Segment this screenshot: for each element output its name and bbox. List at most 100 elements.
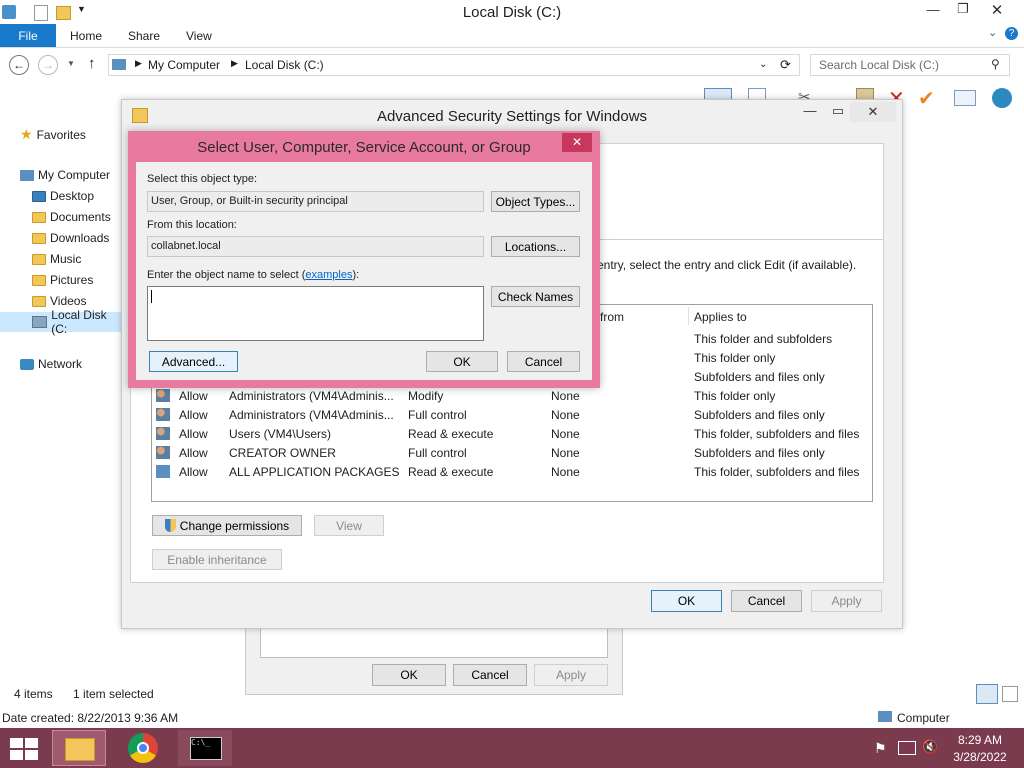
taskbar: C:\_ ⚑ 🔇 8:29 AM 3/28/2022 xyxy=(0,728,1024,768)
taskbar-cmd-icon[interactable]: C:\_ xyxy=(178,730,232,766)
users-icon xyxy=(156,446,170,459)
recent-dropdown-icon[interactable]: ▼ xyxy=(67,59,75,68)
change-permissions-button[interactable]: Change permissions xyxy=(152,515,302,536)
address-bar[interactable]: ▶ My Computer ▶ Local Disk (C:) ⌄ ⟳ xyxy=(108,54,800,76)
properties-icon[interactable] xyxy=(954,90,976,106)
nav-item-music[interactable]: Music xyxy=(32,252,81,266)
column-header-applies[interactable]: Applies to xyxy=(694,310,747,324)
check-names-button[interactable]: Check Names xyxy=(491,286,580,307)
taskbar-explorer-icon[interactable] xyxy=(52,730,106,766)
advsec-apply-button[interactable]: Apply xyxy=(811,590,882,612)
tab-view[interactable]: View xyxy=(186,29,212,43)
refresh-icon[interactable]: ⟳ xyxy=(780,57,791,73)
entry-type: Allow xyxy=(179,446,208,460)
properties-ok-button[interactable]: OK xyxy=(372,664,446,686)
object-name-label-suffix: ): xyxy=(352,269,360,281)
computer-icon xyxy=(112,59,126,70)
advsec-minimize-icon[interactable]: — xyxy=(798,103,822,118)
address-dropdown-icon[interactable]: ⌄ xyxy=(759,59,767,70)
advsec-maximize-icon[interactable]: ▭ xyxy=(826,103,850,119)
permission-entry-row[interactable]: Allow ALL APPLICATION PACKAGES Read & exec… xyxy=(152,463,872,482)
location-field: collabnet.local xyxy=(147,236,484,257)
status-item-count: 4 items xyxy=(14,687,53,701)
nav-item-local-disk[interactable]: Local Disk (C: xyxy=(0,308,122,336)
breadcrumb-my-computer[interactable]: My Computer xyxy=(148,58,220,72)
properties-cancel-button[interactable]: Cancel xyxy=(453,664,527,686)
search-input[interactable]: Search Local Disk (C:) ⚲ xyxy=(810,54,1010,76)
maximize-icon[interactable]: ❐ xyxy=(948,1,978,17)
details-view-icon[interactable] xyxy=(976,684,998,704)
tray-time[interactable]: 8:29 AM xyxy=(944,733,1016,747)
tab-file[interactable]: File xyxy=(0,24,56,47)
view-button[interactable]: View xyxy=(314,515,384,536)
forward-icon[interactable]: → xyxy=(38,55,58,75)
entry-access: Read & execute xyxy=(408,427,494,441)
entry-inherited: None xyxy=(551,427,580,441)
tray-flag-icon[interactable]: ⚑ xyxy=(874,740,887,757)
select-ok-button[interactable]: OK xyxy=(426,351,498,372)
nav-item-videos[interactable]: Videos xyxy=(32,294,86,308)
permission-entry-row[interactable]: Allow Administrators (VM4\Adminis... Full … xyxy=(152,406,872,425)
up-icon[interactable]: ↑ xyxy=(88,55,96,72)
nav-network[interactable]: Network xyxy=(20,357,82,371)
tray-date[interactable]: 3/28/2022 xyxy=(944,750,1016,764)
search-placeholder: Search Local Disk (C:) xyxy=(819,58,940,72)
applies-cell: Subfolders and files only xyxy=(694,370,825,384)
text-cursor xyxy=(151,290,152,303)
start-button[interactable] xyxy=(10,738,38,760)
chrome-center xyxy=(137,742,149,754)
enable-inheritance-button[interactable]: Enable inheritance xyxy=(152,549,282,570)
applies-cell: This folder only xyxy=(694,351,776,365)
nav-favorites[interactable]: ★ Favorites xyxy=(20,126,86,143)
entry-inherited: None xyxy=(551,446,580,460)
network-globe-icon[interactable] xyxy=(992,88,1012,108)
select-dialog-body: Select this object type: User, Group, or… xyxy=(136,162,592,380)
column-header-inherited[interactable]: from xyxy=(600,310,624,324)
object-types-button[interactable]: Object Types... xyxy=(491,191,580,212)
properties-apply-button[interactable]: Apply xyxy=(534,664,608,686)
nav-my-computer[interactable]: My Computer xyxy=(20,168,110,182)
permission-entry-row[interactable]: Allow CREATOR OWNER Full control None Subfol… xyxy=(152,444,872,463)
select-dialog-title: Select User, Computer, Service Account, … xyxy=(197,139,531,156)
locations-button[interactable]: Locations... xyxy=(491,236,580,257)
nav-item-documents[interactable]: Documents xyxy=(32,210,111,224)
ribbon-expand-icon[interactable]: ⌄ xyxy=(988,26,997,39)
permission-entry-row[interactable]: Allow Users (VM4\Users) Read & execute None… xyxy=(152,425,872,444)
tab-home[interactable]: Home xyxy=(70,29,102,43)
minimize-icon[interactable]: — xyxy=(918,2,948,17)
entry-inherited: None xyxy=(551,389,580,403)
drive-icon xyxy=(32,316,48,328)
breadcrumb-chevron-icon[interactable]: ▶ xyxy=(135,58,142,69)
entry-principal: Administrators (VM4\Adminis... xyxy=(229,408,394,422)
rename-icon[interactable]: ✔ xyxy=(918,86,935,111)
back-icon[interactable]: ← xyxy=(9,55,29,75)
entry-type: Allow xyxy=(179,465,208,479)
examples-link[interactable]: examples xyxy=(305,269,352,281)
taskbar-chrome-icon[interactable] xyxy=(128,733,158,763)
breadcrumb-chevron-icon[interactable]: ▶ xyxy=(231,58,238,69)
help-icon[interactable]: ? xyxy=(1005,27,1018,40)
tab-share[interactable]: Share xyxy=(128,29,160,43)
nav-item-pictures[interactable]: Pictures xyxy=(32,273,93,287)
breadcrumb-local-disk[interactable]: Local Disk (C:) xyxy=(245,58,324,72)
nav-item-downloads[interactable]: Downloads xyxy=(32,231,109,245)
nav-item-desktop[interactable]: Desktop xyxy=(32,189,94,203)
large-icons-view-icon[interactable] xyxy=(1002,686,1018,702)
advanced-button[interactable]: Advanced... xyxy=(149,351,238,372)
folder-icon xyxy=(32,190,46,202)
object-name-input[interactable] xyxy=(147,286,484,341)
change-permissions-label: Change permissions xyxy=(179,518,290,533)
select-cancel-button[interactable]: Cancel xyxy=(507,351,580,372)
permission-entry-row[interactable]: Allow Administrators (VM4\Adminis... Modif… xyxy=(152,387,872,406)
tray-volume-icon[interactable]: 🔇 xyxy=(922,739,938,755)
close-icon[interactable]: ✕ xyxy=(982,1,1012,19)
entry-principal: Administrators (VM4\Adminis... xyxy=(229,389,394,403)
advsec-cancel-button[interactable]: Cancel xyxy=(731,590,802,612)
tray-network-icon[interactable] xyxy=(898,741,916,755)
advsec-close-icon[interactable]: ✕ xyxy=(850,102,896,122)
select-dialog-close-button[interactable]: ✕ xyxy=(562,133,592,152)
entry-applies: This folder only xyxy=(694,389,776,403)
folder-icon xyxy=(32,295,46,307)
entry-type: Allow xyxy=(179,408,208,422)
advsec-ok-button[interactable]: OK xyxy=(651,590,722,612)
